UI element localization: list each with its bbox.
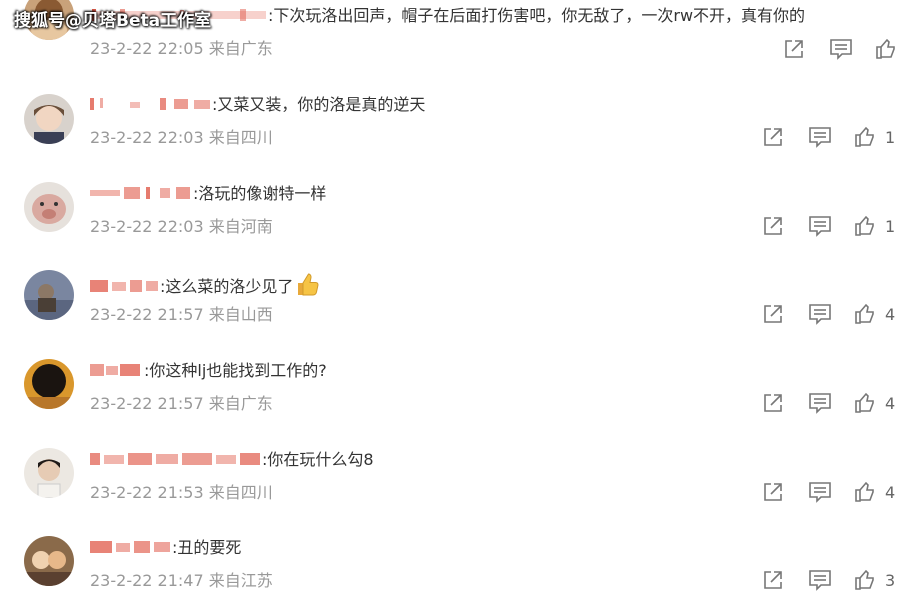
avatar[interactable] [24, 182, 74, 232]
comment-location: 来自四川 [208, 483, 273, 502]
comment-meta: 23-2-22 21:57 来自山西 [90, 304, 273, 326]
watermark: 搜狐号@贝塔Beta工作室 [14, 11, 212, 31]
avatar[interactable] [24, 448, 74, 498]
comment-icon[interactable] [808, 481, 832, 503]
like-icon[interactable] [854, 303, 876, 325]
comment-location: 来自广东 [208, 39, 273, 58]
comment-date: 23-2-22 21:57 [90, 394, 204, 413]
avatar[interactable] [24, 94, 74, 144]
like-count: 1 [885, 128, 896, 147]
like-icon[interactable] [854, 126, 876, 148]
comment-text: :洛玩的像谢特一样 [193, 184, 327, 203]
comment-date: 23-2-22 21:47 [90, 571, 204, 590]
comment-line: :又菜又装，你的洛是真的逆天 [90, 94, 425, 116]
share-icon[interactable] [762, 392, 784, 414]
comment-date: 23-2-22 22:03 [90, 128, 204, 147]
comment-date: 23-2-22 21:53 [90, 483, 204, 502]
comment-meta: 23-2-22 21:53 来自四川 [90, 482, 273, 504]
username-censored[interactable] [90, 279, 160, 293]
comment-item: :你在玩什么勾8 23-2-22 21:53 来自四川 4 [0, 438, 920, 526]
username-censored[interactable] [90, 540, 172, 554]
comment-icon[interactable] [808, 303, 832, 325]
comment-meta: 23-2-22 21:57 来自广东 [90, 393, 273, 415]
comment-location: 来自四川 [208, 128, 273, 147]
comment-date: 23-2-22 21:57 [90, 305, 204, 324]
like-count: 4 [885, 305, 896, 324]
comment-meta: 23-2-22 22:03 来自四川 [90, 127, 273, 149]
comment-text: :你在玩什么勾8 [262, 450, 374, 469]
avatar[interactable] [24, 359, 74, 409]
like-count: 4 [885, 483, 896, 502]
comment-text: :又菜又装，你的洛是真的逆天 [212, 95, 426, 114]
like-count: 3 [885, 571, 896, 590]
share-icon[interactable] [783, 38, 805, 60]
username-censored[interactable] [90, 186, 193, 200]
comment-text: :下次玩洛出回声，帽子在后面打伤害吧，你无敌了，一次rw不开，真有你的 [268, 6, 806, 25]
comment-icon[interactable] [808, 126, 832, 148]
share-icon[interactable] [762, 126, 784, 148]
comment-location: 来自江苏 [208, 571, 273, 590]
like-icon[interactable] [854, 481, 876, 503]
username-censored[interactable] [90, 363, 144, 377]
comment-date: 23-2-22 22:05 [90, 39, 204, 58]
avatar[interactable] [24, 270, 74, 320]
comment-location: 来自广东 [208, 394, 273, 413]
comment-text: :你这种lj也能找到工作的? [144, 361, 327, 380]
comment-item: :洛玩的像谢特一样 23-2-22 22:03 来自河南 1 [0, 172, 920, 260]
share-icon[interactable] [762, 569, 784, 591]
share-icon[interactable] [762, 303, 784, 325]
like-count: 4 [885, 394, 896, 413]
comment-location: 来自山西 [208, 305, 273, 324]
username-censored[interactable] [90, 97, 212, 111]
username-censored[interactable] [90, 452, 262, 466]
avatar[interactable] [24, 536, 74, 586]
comment-item: :这么菜的洛少见了 23-2-22 21:57 来自山西 4 [0, 260, 920, 348]
comment-meta: 23-2-22 22:05 来自广东 [90, 38, 273, 60]
comment-icon[interactable] [808, 569, 832, 591]
comment-line: :丑的要死 [90, 537, 241, 559]
thumbs-up-emoji [295, 271, 319, 303]
comment-line: :你在玩什么勾8 [90, 449, 374, 471]
share-icon[interactable] [762, 481, 784, 503]
comment-line: :你这种lj也能找到工作的? [90, 360, 327, 382]
comment-text: :这么菜的洛少见了 [160, 277, 294, 296]
comment-item: :又菜又装，你的洛是真的逆天 23-2-22 22:03 来自四川 1 [0, 83, 920, 171]
like-icon[interactable] [854, 569, 876, 591]
comment-icon[interactable] [808, 215, 832, 237]
comment-line: :洛玩的像谢特一样 [90, 183, 326, 205]
comment-item: :丑的要死 23-2-22 21:47 来自江苏 3 [0, 526, 920, 614]
share-icon[interactable] [762, 215, 784, 237]
comment-line: :这么菜的洛少见了 [90, 271, 319, 296]
comment-meta: 23-2-22 22:03 来自河南 [90, 216, 273, 238]
comment-location: 来自河南 [208, 217, 273, 236]
comment-meta: 23-2-22 21:47 来自江苏 [90, 570, 273, 592]
comment-date: 23-2-22 22:03 [90, 217, 204, 236]
comment-icon[interactable] [808, 392, 832, 414]
like-count: 1 [885, 217, 896, 236]
like-icon[interactable] [854, 392, 876, 414]
comment-item: :你这种lj也能找到工作的? 23-2-22 21:57 来自广东 4 [0, 349, 920, 437]
comment-icon[interactable] [829, 38, 853, 60]
like-icon[interactable] [854, 215, 876, 237]
like-icon[interactable] [875, 38, 897, 60]
comment-text: :丑的要死 [172, 538, 242, 557]
